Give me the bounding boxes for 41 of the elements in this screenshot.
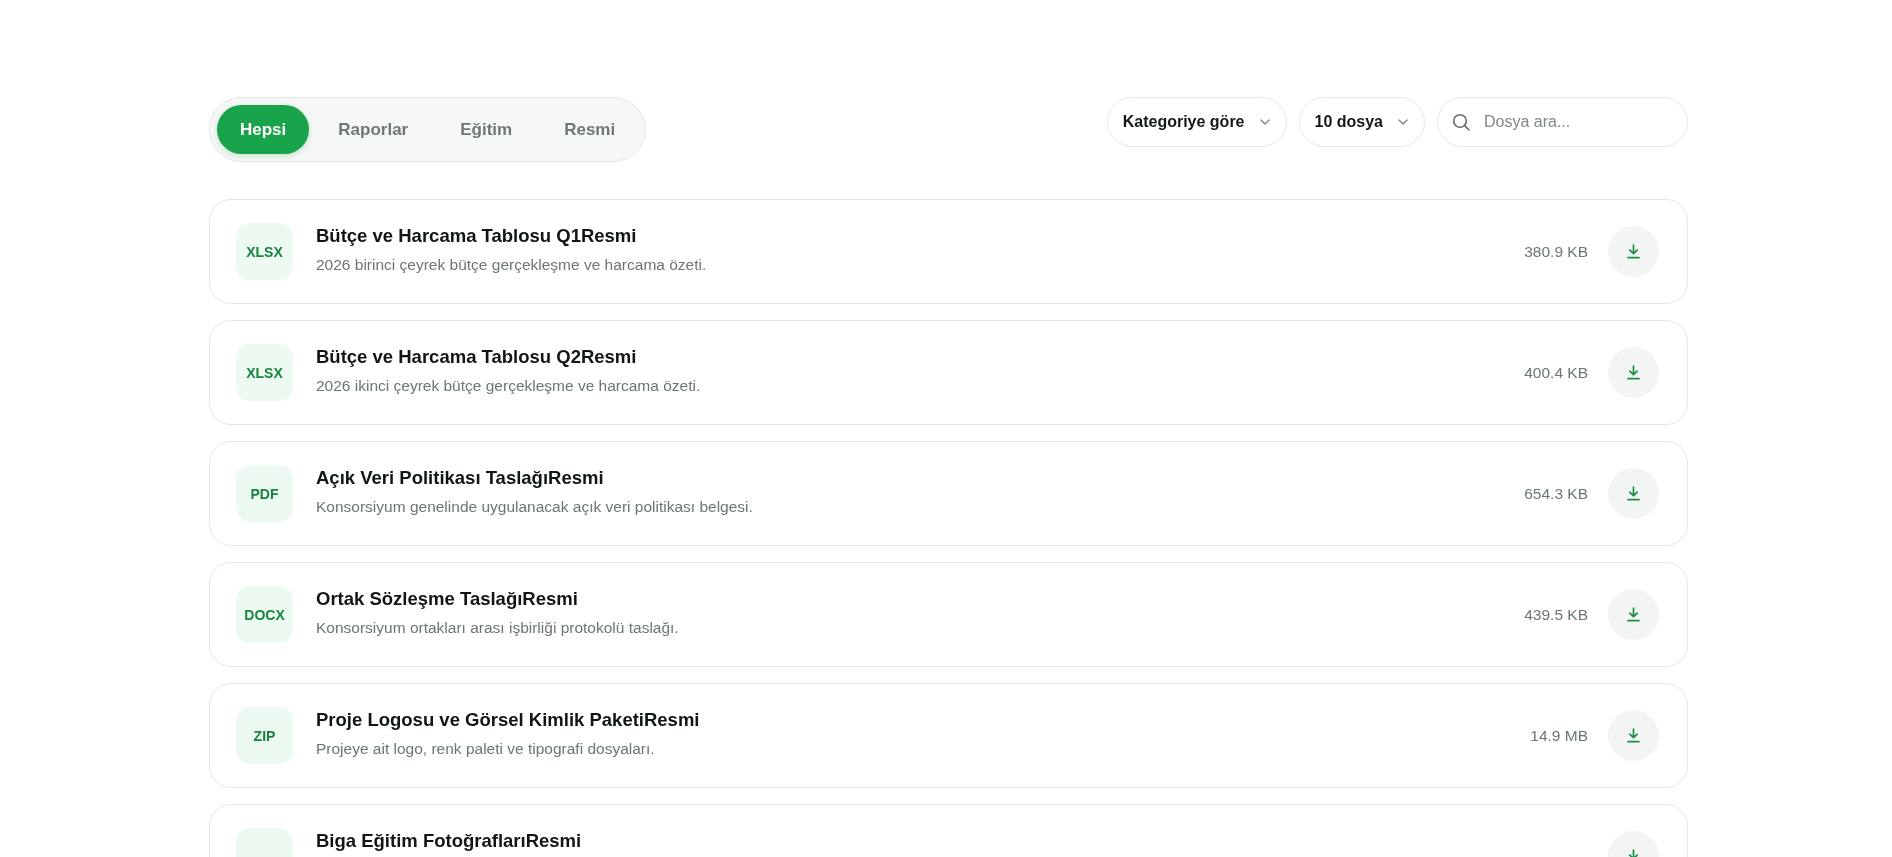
search-field[interactable]: Dosya ara... xyxy=(1437,97,1688,147)
file-type-badge: PDF xyxy=(236,465,293,522)
file-title: Bütçe ve Harcama Tablosu Q2Resmi xyxy=(316,346,638,368)
file-title: Proje Logosu ve Görsel Kimlik PaketiResmi xyxy=(316,709,701,731)
filter-tab[interactable]: Eğitim xyxy=(437,105,536,154)
file-title: Bütçe ve Harcama Tablosu Q1Resmi xyxy=(316,225,638,247)
file-title: Açık Veri Politikası TaslağıResmi xyxy=(316,467,605,489)
filter-tab[interactable]: Hepsi xyxy=(217,105,310,154)
download-icon xyxy=(1626,244,1641,259)
download-icon xyxy=(1626,486,1641,501)
file-description: Projeye ait logo, renk paleti ve tipografi dosyaları. xyxy=(316,739,656,759)
download-button[interactable] xyxy=(1608,589,1659,640)
chevron-down-icon xyxy=(1398,119,1408,125)
download-button[interactable] xyxy=(1608,226,1659,277)
file-size: 654.3 KB xyxy=(1524,484,1588,503)
filter-tab[interactable]: Raporlar xyxy=(315,105,432,154)
filter-tab[interactable]: Resmi xyxy=(541,105,639,154)
search-icon xyxy=(1452,113,1470,131)
file-size: 380.9 KB xyxy=(1524,242,1588,261)
count-dropdown[interactable]: 10 dosya xyxy=(1298,97,1425,147)
file-description: Konsorsiyum ortakları arası işbirliği protokolü taslağı. xyxy=(316,618,680,638)
file-size: 400.4 KB xyxy=(1524,363,1588,382)
file-type-badge: DOCX xyxy=(236,586,293,643)
file-type-badge: ZIP xyxy=(236,707,293,764)
download-button[interactable] xyxy=(1608,468,1659,519)
chevron-down-icon xyxy=(1259,119,1270,125)
file-description: 2026 birinci çeyrek bütçe gerçekleşme ve harcama özeti. xyxy=(316,255,708,275)
download-icon xyxy=(1626,728,1641,743)
category-dropdown[interactable]: Kategoriye göre xyxy=(1106,97,1287,147)
download-button[interactable] xyxy=(1608,347,1659,398)
file-size: 439.5 KB xyxy=(1524,605,1588,624)
file-size: 14.9 MB xyxy=(1530,726,1588,745)
file-description: Konsorsiyum genelinde uygulanacak açık veri politikası belgesi. xyxy=(316,497,754,517)
file-title: Biga Eğitim FotoğraflarıResmi xyxy=(316,830,583,852)
download-button[interactable] xyxy=(1608,710,1659,761)
file-description: 2026 ikinci çeyrek bütçe gerçekleşme ve harcama özeti. xyxy=(316,376,702,396)
download-icon xyxy=(1626,607,1641,622)
file-type-badge: XLSX xyxy=(236,344,293,401)
file-title: Ortak Sözleşme TaslağıResmi xyxy=(316,588,579,610)
download-icon xyxy=(1626,365,1641,380)
file-type-badge: XLSX xyxy=(236,223,293,280)
